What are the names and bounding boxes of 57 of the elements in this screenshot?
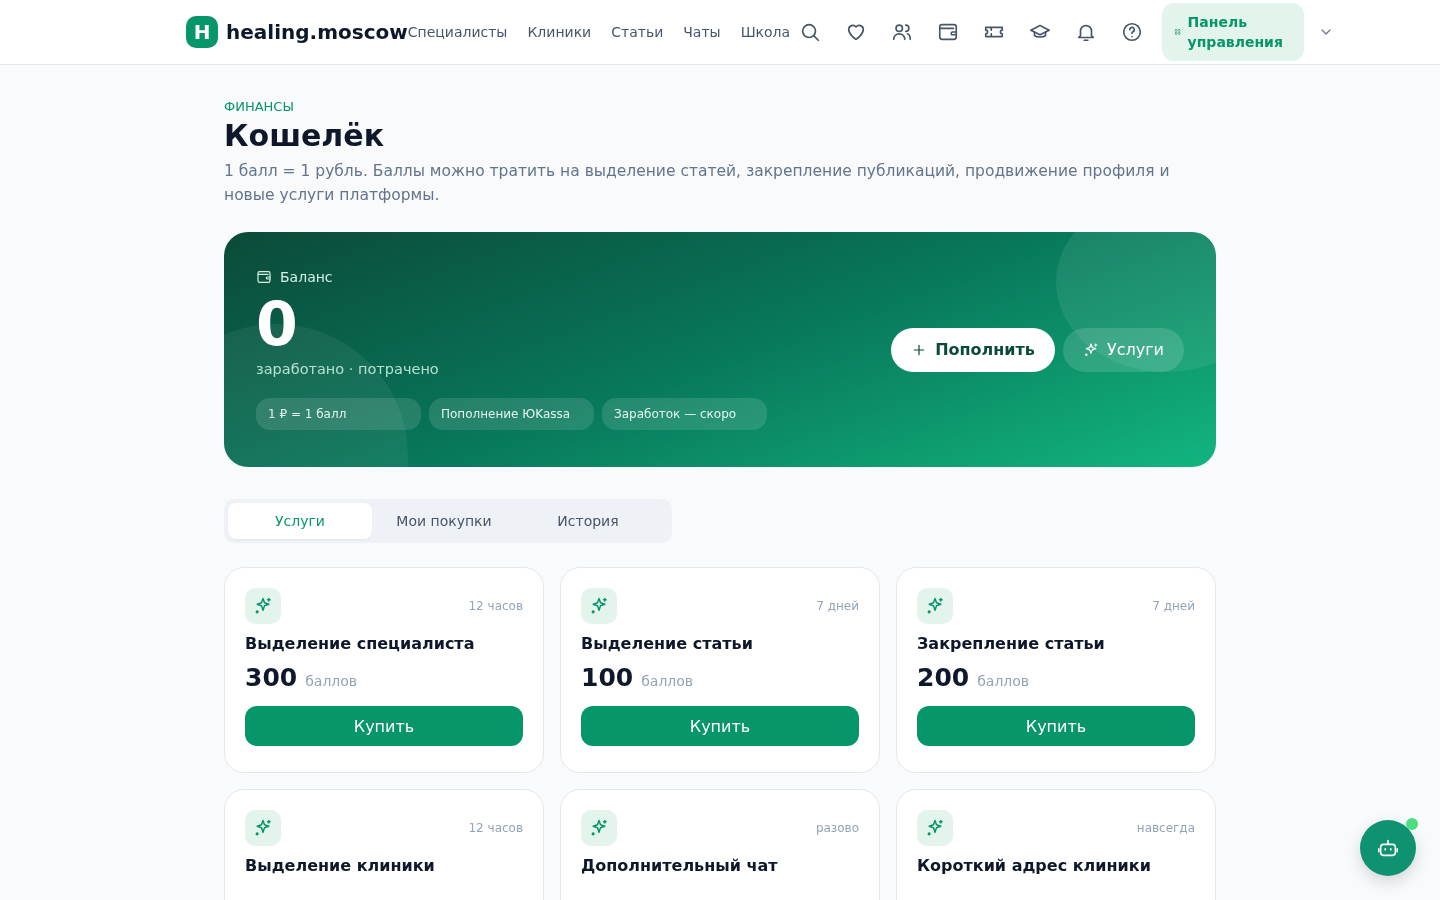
service-title: Дополнительный чат bbox=[581, 856, 779, 875]
site-name[interactable]: healing.moscow bbox=[226, 20, 408, 44]
top-up-button[interactable]: Пополнить bbox=[891, 327, 1055, 372]
service-duration: 7 дней bbox=[1152, 599, 1195, 613]
sparkle-icon bbox=[245, 588, 281, 624]
service-duration: 7 дней bbox=[816, 599, 859, 613]
service-price: 300 bbox=[245, 663, 298, 692]
service-duration: 12 часов bbox=[468, 599, 523, 613]
nav-link[interactable]: Специалисты bbox=[407, 24, 508, 40]
grid-icon bbox=[1174, 26, 1182, 38]
price-unit: баллов bbox=[641, 673, 694, 689]
service-price: 100 bbox=[581, 663, 634, 692]
buy-button[interactable]: Купить bbox=[245, 706, 523, 746]
service-price: 200 bbox=[917, 663, 970, 692]
info-chip: 1 ₽ = 1 балл bbox=[256, 398, 421, 430]
service-duration: разово bbox=[815, 821, 859, 835]
nav-link[interactable]: Чаты bbox=[683, 24, 721, 40]
section-label: ФИНАНСЫ bbox=[224, 99, 295, 114]
price-unit: баллов bbox=[305, 673, 358, 689]
page-description: 1 балл = 1 рубль. Баллы можно тратить на выделение статей, закрепление публикаций, продвижение профиля и новые услуги платформы. bbox=[224, 161, 1171, 206]
service-title: Выделение специалиста bbox=[245, 634, 476, 653]
info-chip: Заработок — скоро bbox=[602, 398, 767, 430]
service-duration: навсегда bbox=[1136, 821, 1195, 835]
balance-subtitle: заработано · потрачено bbox=[256, 361, 440, 377]
service-title: Выделение статьи bbox=[581, 634, 754, 653]
service-title: Выделение клиники bbox=[245, 856, 436, 875]
sparkle-icon bbox=[245, 810, 281, 846]
tab[interactable]: Мои покупки bbox=[372, 503, 516, 539]
tab[interactable]: Услуги bbox=[228, 503, 372, 539]
nav-link[interactable]: Клиники bbox=[527, 24, 592, 40]
info-chip: Пополнение ЮKassa bbox=[429, 398, 594, 430]
sparkle-icon bbox=[917, 810, 953, 846]
nav-link[interactable]: Школа bbox=[740, 24, 791, 40]
buy-button[interactable]: Купить bbox=[917, 706, 1195, 746]
logo-icon[interactable]: H bbox=[186, 16, 218, 48]
users-icon[interactable] bbox=[891, 21, 914, 43]
search-icon[interactable] bbox=[799, 21, 822, 43]
service-title: Короткий адрес клиники bbox=[917, 856, 1152, 875]
wallet-icon[interactable] bbox=[937, 21, 960, 43]
sparkle-icon bbox=[581, 588, 617, 624]
service-duration: 12 часов bbox=[468, 821, 523, 835]
robot-icon bbox=[1377, 837, 1399, 859]
sparkle-icon bbox=[1082, 341, 1099, 358]
sparkle-icon bbox=[581, 810, 617, 846]
wallet-icon bbox=[256, 269, 272, 285]
sparkle-icon bbox=[917, 588, 953, 624]
page-title: Кошелёк bbox=[224, 118, 386, 153]
help-icon[interactable] bbox=[1121, 21, 1144, 43]
chat-bot-button[interactable] bbox=[1360, 820, 1416, 876]
price-unit: баллов bbox=[977, 673, 1030, 689]
buy-button[interactable]: Купить bbox=[581, 706, 859, 746]
balance-label: Баланс bbox=[280, 269, 333, 285]
online-dot bbox=[1406, 818, 1418, 830]
nav-link[interactable]: Статьи bbox=[611, 24, 664, 40]
tab[interactable]: История bbox=[516, 503, 660, 539]
balance-amount: 0 bbox=[256, 289, 299, 359]
service-title: Закрепление статьи bbox=[917, 634, 1106, 653]
